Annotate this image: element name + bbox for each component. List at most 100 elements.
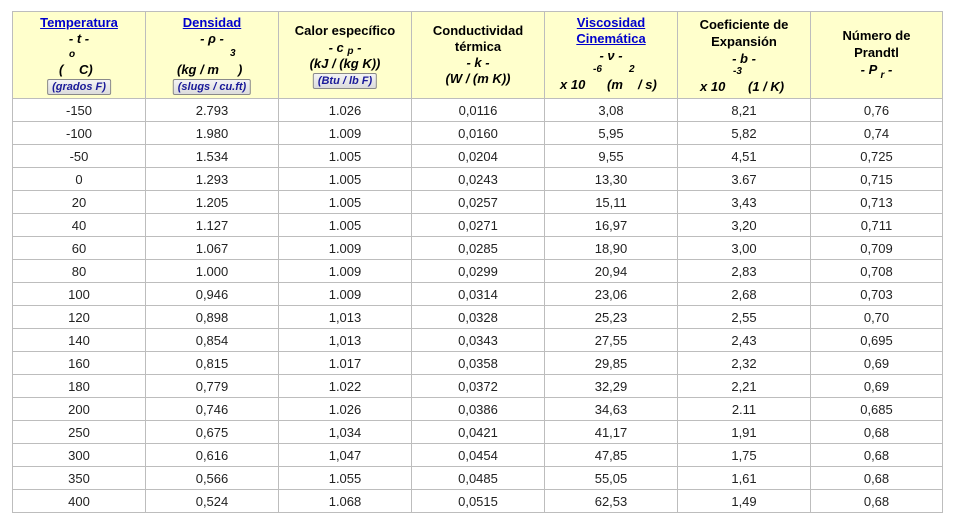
expansion-cell: 8,21 (677, 98, 811, 122)
densidad-cell: 0,815 (145, 351, 279, 375)
prandtl-cell: 0,68 (810, 466, 943, 490)
calor-cell: 1.068 (278, 489, 412, 513)
header-calor-especifico: Calor específico - c p - (kJ / (kg K)) (… (278, 11, 412, 99)
temperatura-link[interactable]: Temperatura (40, 15, 118, 30)
viscosidad-unit-s: / s) (638, 77, 657, 92)
viscosidad-cell: 3,08 (544, 98, 678, 122)
expansion-cell: 2,43 (677, 328, 811, 352)
slugs-cuft-button[interactable]: (slugs / cu.ft) (172, 79, 252, 95)
expansion-line2: Expansión (711, 34, 777, 49)
expansion-cell: 4,51 (677, 144, 811, 168)
calor-cell: 1.009 (278, 236, 412, 260)
calor-symbol: - c p - (279, 40, 411, 57)
calor-cell: 1.009 (278, 259, 412, 283)
densidad-cell: 1.000 (145, 259, 279, 283)
prandtl-line2: Prandtl (854, 45, 899, 60)
viscosidad-cell: 9,55 (544, 144, 678, 168)
conductividad-cell: 0,0271 (411, 213, 545, 237)
expansion-cell: 2,68 (677, 282, 811, 306)
table-row: 140 0,854 1,013 0,0343 27,55 2,43 0,695 (12, 328, 943, 352)
expansion-cell: 3.67 (677, 167, 811, 191)
table-row: -150 2.793 1.026 0,0116 3,08 8,21 0,76 (12, 98, 943, 122)
table-row: 20 1.205 1.005 0,0257 15,11 3,43 0,713 (12, 190, 943, 214)
calor-cell: 1.026 (278, 98, 412, 122)
densidad-cell: 0,524 (145, 489, 279, 513)
conductividad-cell: 0,0454 (411, 443, 545, 467)
densidad-cell: 0,946 (145, 282, 279, 306)
temperatura-cell: 120 (12, 305, 146, 329)
prandtl-symbol: - P r - (811, 62, 942, 81)
table-row: 250 0,675 1,034 0,0421 41,17 1,91 0,68 (12, 420, 943, 444)
conductividad-cell: 0,0116 (411, 98, 545, 122)
temperatura-cell: 0 (12, 167, 146, 191)
viscosidad-unit-m: (m (607, 77, 623, 92)
calor-unit: (kJ / (kg K)) (309, 56, 381, 71)
viscosidad-cell: 34,63 (544, 397, 678, 421)
densidad-link[interactable]: Densidad (183, 15, 242, 30)
calor-cell: 1.026 (278, 397, 412, 421)
prandtl-cell: 0,69 (810, 374, 943, 398)
temperatura-cell: 160 (12, 351, 146, 375)
prandtl-cell: 0,68 (810, 443, 943, 467)
temperatura-cell: -50 (12, 144, 146, 168)
densidad-cell: 0,898 (145, 305, 279, 329)
viscosidad-cell: 13,30 (544, 167, 678, 191)
conductividad-cell: 0,0257 (411, 190, 545, 214)
calor-cell: 1.005 (278, 190, 412, 214)
viscosidad-cell: 16,97 (544, 213, 678, 237)
expansion-cell: 5,82 (677, 121, 811, 145)
header-prandtl: Número de Prandtl - P r - (810, 11, 943, 99)
temperatura-cell: 200 (12, 397, 146, 421)
expansion-unit-factor: x 10 (700, 79, 726, 94)
expansion-cell: 3,20 (677, 213, 811, 237)
calor-symbol-main: - c (328, 40, 344, 55)
densidad-cell: 0,566 (145, 466, 279, 490)
prandtl-line1: Número de (842, 28, 911, 43)
calor-cell: 1.005 (278, 213, 412, 237)
prandtl-cell: 0,695 (810, 328, 943, 352)
viscosidad-cell: 62,53 (544, 489, 678, 513)
temperatura-cell: 140 (12, 328, 146, 352)
expansion-cell: 3,00 (677, 236, 811, 260)
table-row: 40 1.127 1.005 0,0271 16,97 3,20 0,711 (12, 213, 943, 237)
temperatura-cell: 80 (12, 259, 146, 283)
densidad-cell: 2.793 (145, 98, 279, 122)
densidad-cell: 1.293 (145, 167, 279, 191)
table-row: 160 0,815 1.017 0,0358 29,85 2,32 0,69 (12, 351, 943, 375)
densidad-unit-close: ) (238, 62, 243, 77)
viscosidad-link-line1[interactable]: Viscosidad (577, 15, 645, 30)
viscosidad-cell: 20,94 (544, 259, 678, 283)
table-row: 180 0,779 1.022 0,0372 32,29 2,21 0,69 (12, 374, 943, 398)
conductividad-cell: 0,0343 (411, 328, 545, 352)
header-temperatura: Temperatura - t - o ( C) (grados F) (12, 11, 146, 99)
viscosidad-cell: 29,85 (544, 351, 678, 375)
calor-cell: 1,047 (278, 443, 412, 467)
calor-cell: 1.055 (278, 466, 412, 490)
conductividad-symbol: - k - (466, 55, 490, 70)
temperatura-cell: 100 (12, 282, 146, 306)
densidad-cell: 0,746 (145, 397, 279, 421)
prandtl-cell: 0,76 (810, 98, 943, 122)
table-row: 200 0,746 1.026 0,0386 34,63 2.11 0,685 (12, 397, 943, 421)
conductividad-cell: 0,0160 (411, 121, 545, 145)
densidad-cell: 1.980 (145, 121, 279, 145)
conductividad-cell: 0,0358 (411, 351, 545, 375)
grados-f-button[interactable]: (grados F) (47, 79, 111, 95)
temperatura-cell: 60 (12, 236, 146, 260)
viscosidad-cell: 27,55 (544, 328, 678, 352)
expansion-cell: 2,21 (677, 374, 811, 398)
table-row: 350 0,566 1.055 0,0485 55,05 1,61 0,68 (12, 466, 943, 490)
expansion-cell: 2.11 (677, 397, 811, 421)
viscosidad-cell: 5,95 (544, 121, 678, 145)
conductividad-cell: 0,0243 (411, 167, 545, 191)
table-row: 120 0,898 1,013 0,0328 25,23 2,55 0,70 (12, 305, 943, 329)
calor-cell: 1,034 (278, 420, 412, 444)
conductividad-cell: 0,0515 (411, 489, 545, 513)
viscosidad-exponent-2: 2 (629, 64, 635, 75)
viscosidad-link-line2[interactable]: Cinemática (576, 31, 645, 46)
header-row: Temperatura - t - o ( C) (grados F) Dens… (12, 11, 943, 99)
temperatura-symbol: - t - (68, 31, 90, 46)
prandtl-cell: 0,74 (810, 121, 943, 145)
btu-lbf-button[interactable]: (Btu / lb F) (312, 73, 378, 89)
densidad-cell: 0,779 (145, 374, 279, 398)
